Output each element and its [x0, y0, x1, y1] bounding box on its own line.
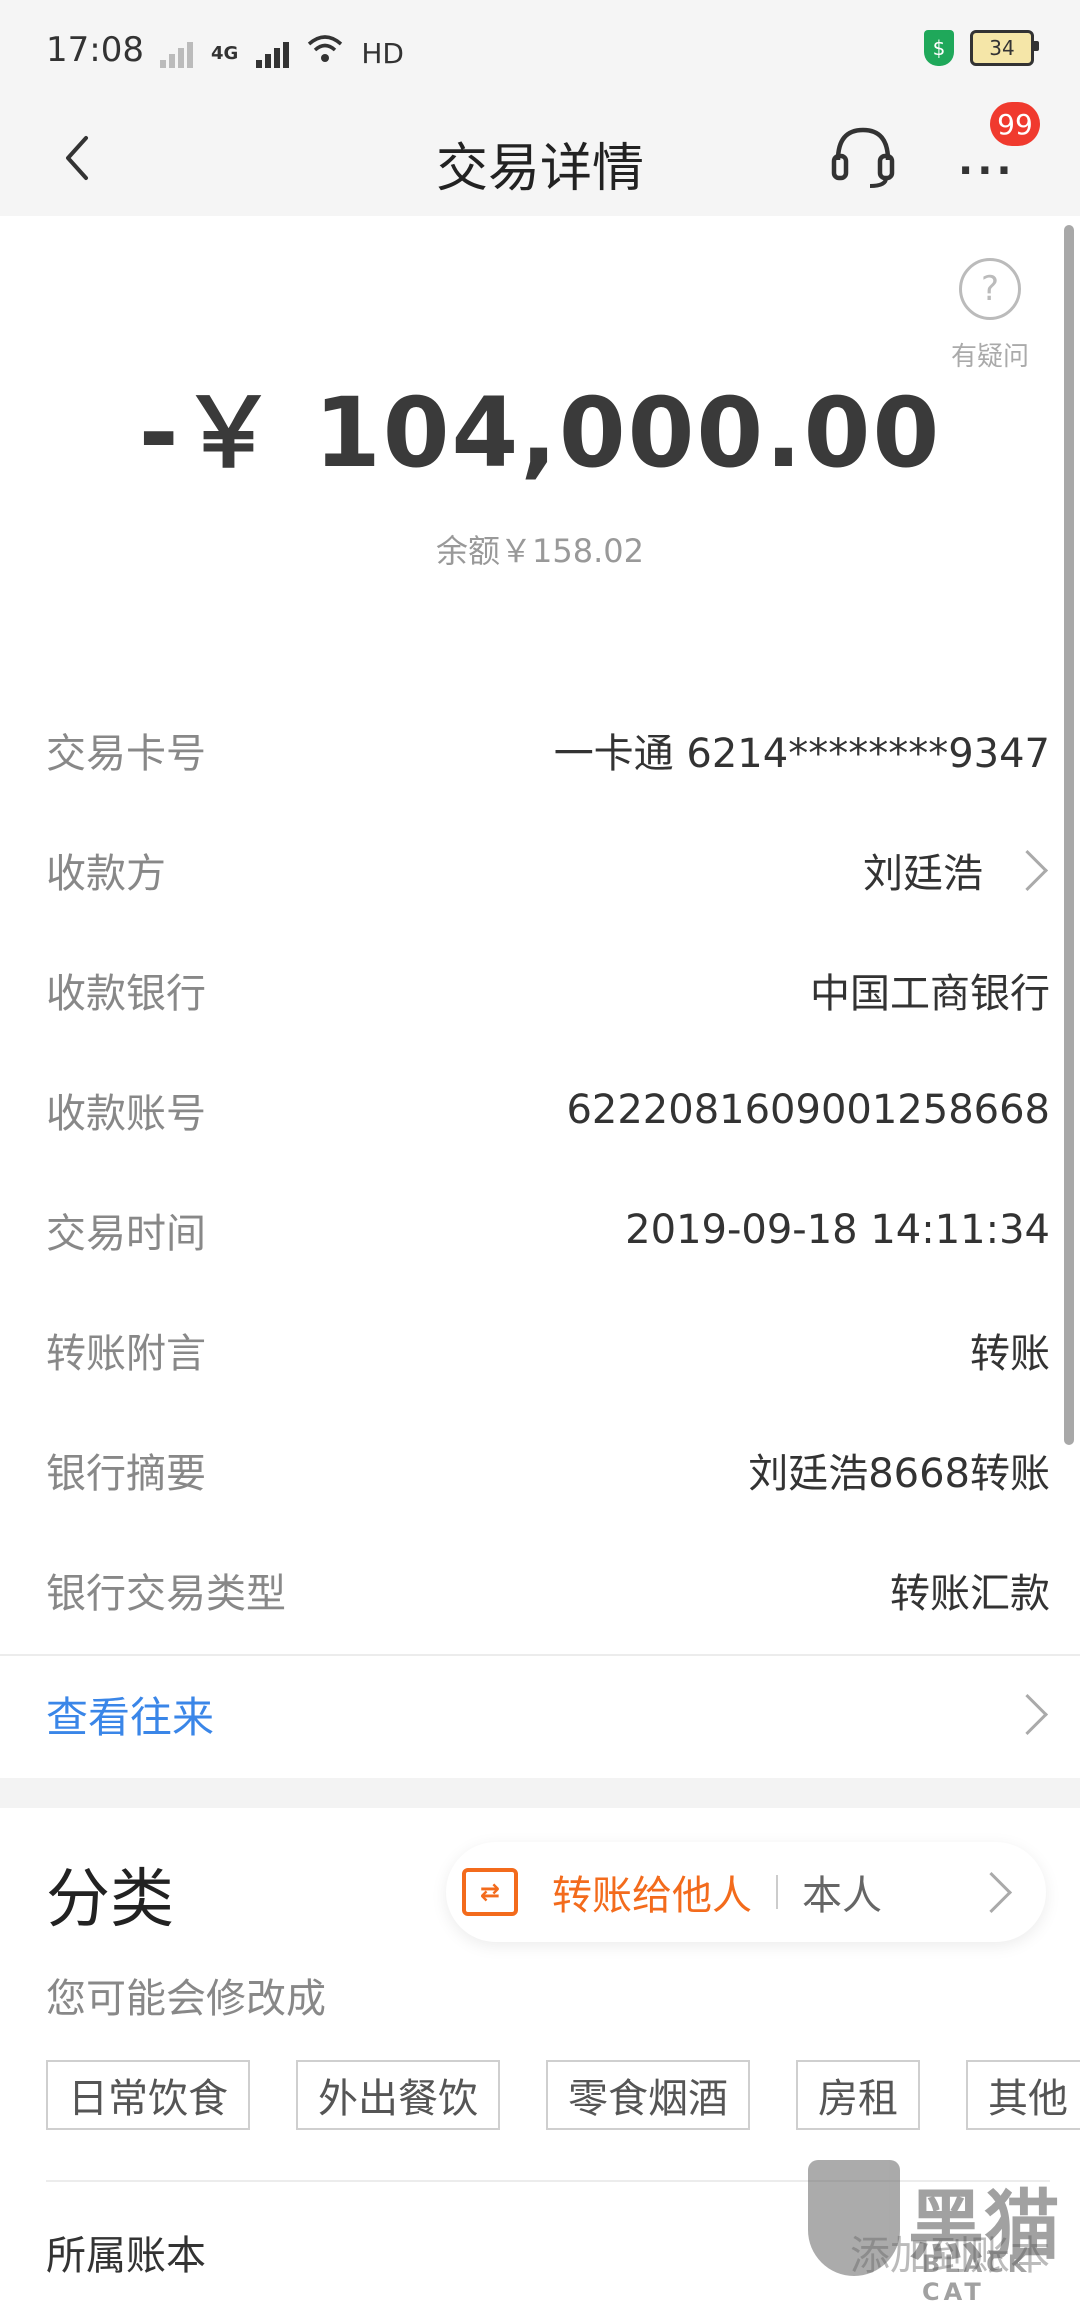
battery-icon: 34 — [970, 30, 1039, 66]
detail-value: 刘廷浩 — [863, 851, 983, 897]
detail-label: 银行交易类型 — [46, 1571, 286, 1617]
detail-row-payee[interactable]: 收款方 刘廷浩 — [46, 830, 1050, 910]
category-tag[interactable]: 日常饮食 — [46, 2060, 250, 2130]
detail-value: 转账汇款 — [890, 1571, 1050, 1617]
category-other[interactable]: 本人 — [802, 1863, 882, 1921]
view-history-link[interactable]: 查看往来 — [46, 1672, 1050, 1756]
category-selected: 转账给他人 — [552, 1873, 752, 1919]
chevron-right-icon — [1006, 849, 1049, 891]
detail-value-wrap: 刘廷浩 — [863, 841, 1050, 899]
category-tag[interactable]: 其他 — [966, 2060, 1080, 2130]
detail-row-time: 交易时间 2019-09-18 14:11:34 — [46, 1190, 1050, 1270]
category-title: 分类 — [46, 1863, 174, 1937]
watermark-logo: 黑猫 BLACK CAT — [808, 2160, 1080, 2306]
detail-row-bank: 收款银行 中国工商银行 — [46, 950, 1050, 1030]
view-history-label: 查看往来 — [46, 1692, 215, 1742]
more-icon[interactable]: ··· — [958, 148, 1016, 194]
transaction-amount: -￥ 104,000.00 — [138, 377, 942, 489]
category-tags: 日常饮食 外出餐饮 零食烟酒 房租 其他 — [46, 2060, 1080, 2130]
detail-row-memo: 转账附言 转账 — [46, 1310, 1050, 1390]
detail-label: 交易卡号 — [46, 731, 206, 777]
detail-value: 中国工商银行 — [810, 971, 1050, 1017]
pill-separator — [776, 1875, 778, 1909]
category-selector[interactable]: ⇄ 转账给他人 本人 — [446, 1842, 1046, 1942]
account-book-label: 所属账本 — [46, 2233, 206, 2279]
signal-icon-2 — [256, 38, 290, 68]
section-gap — [0, 1778, 1080, 1808]
detail-value: 转账 — [970, 1331, 1050, 1377]
detail-label: 转账附言 — [46, 1331, 206, 1377]
battery-level: 34 — [989, 36, 1015, 60]
detail-value: 2019-09-18 14:11:34 — [625, 1207, 1050, 1253]
divider — [0, 1654, 1080, 1656]
suggest-label: 您可能会修改成 — [46, 1976, 326, 2022]
category-tag[interactable]: 房租 — [796, 2060, 920, 2130]
watermark-subtext: BLACK CAT — [922, 2250, 1031, 2306]
category-tag[interactable]: 零食烟酒 — [546, 2060, 750, 2130]
detail-label: 收款银行 — [46, 971, 206, 1017]
detail-row-account: 收款账号 6222081609001258668 — [46, 1070, 1050, 1150]
page-title: 交易详情 — [435, 139, 644, 199]
wifi-icon — [307, 34, 343, 72]
detail-value: 刘廷浩8668转账 — [748, 1451, 1050, 1497]
network-type: 4G — [211, 42, 239, 64]
status-time: 17:08 — [46, 30, 144, 70]
question-icon: ? — [959, 258, 1021, 320]
hd-icon: HD — [361, 36, 404, 70]
nav-bar: 交易详情 ··· — [0, 108, 1080, 216]
detail-value: 6222081609001258668 — [566, 1087, 1050, 1133]
status-icons: 4G HD — [160, 34, 404, 72]
detail-label: 交易时间 — [46, 1211, 206, 1257]
transfer-icon: ⇄ — [462, 1868, 518, 1916]
status-right: $ 34 — [924, 30, 1039, 66]
category-tag[interactable]: 外出餐饮 — [296, 2060, 500, 2130]
detail-value: 一卡通 6214********9347 — [553, 731, 1050, 777]
chevron-right-icon — [1006, 1693, 1049, 1735]
signal-icon — [160, 38, 193, 68]
balance-text: 余额￥158.02 — [436, 532, 644, 570]
notification-badge: 99 — [990, 102, 1040, 146]
detail-label: 收款方 — [46, 851, 166, 897]
cat-head-icon — [808, 2160, 900, 2276]
customer-service-icon[interactable] — [830, 122, 896, 192]
status-bar: 17:08 4G HD $ 34 — [0, 0, 1080, 108]
detail-label: 收款账号 — [46, 1091, 206, 1137]
chevron-right-icon — [970, 1871, 1013, 1913]
detail-row-type: 银行交易类型 转账汇款 — [46, 1550, 1050, 1630]
detail-row-card: 交易卡号 一卡通 6214********9347 — [46, 710, 1050, 790]
security-shield-icon: $ — [924, 30, 954, 66]
detail-label: 银行摘要 — [46, 1451, 206, 1497]
detail-row-summary: 银行摘要 刘廷浩8668转账 — [46, 1430, 1050, 1510]
